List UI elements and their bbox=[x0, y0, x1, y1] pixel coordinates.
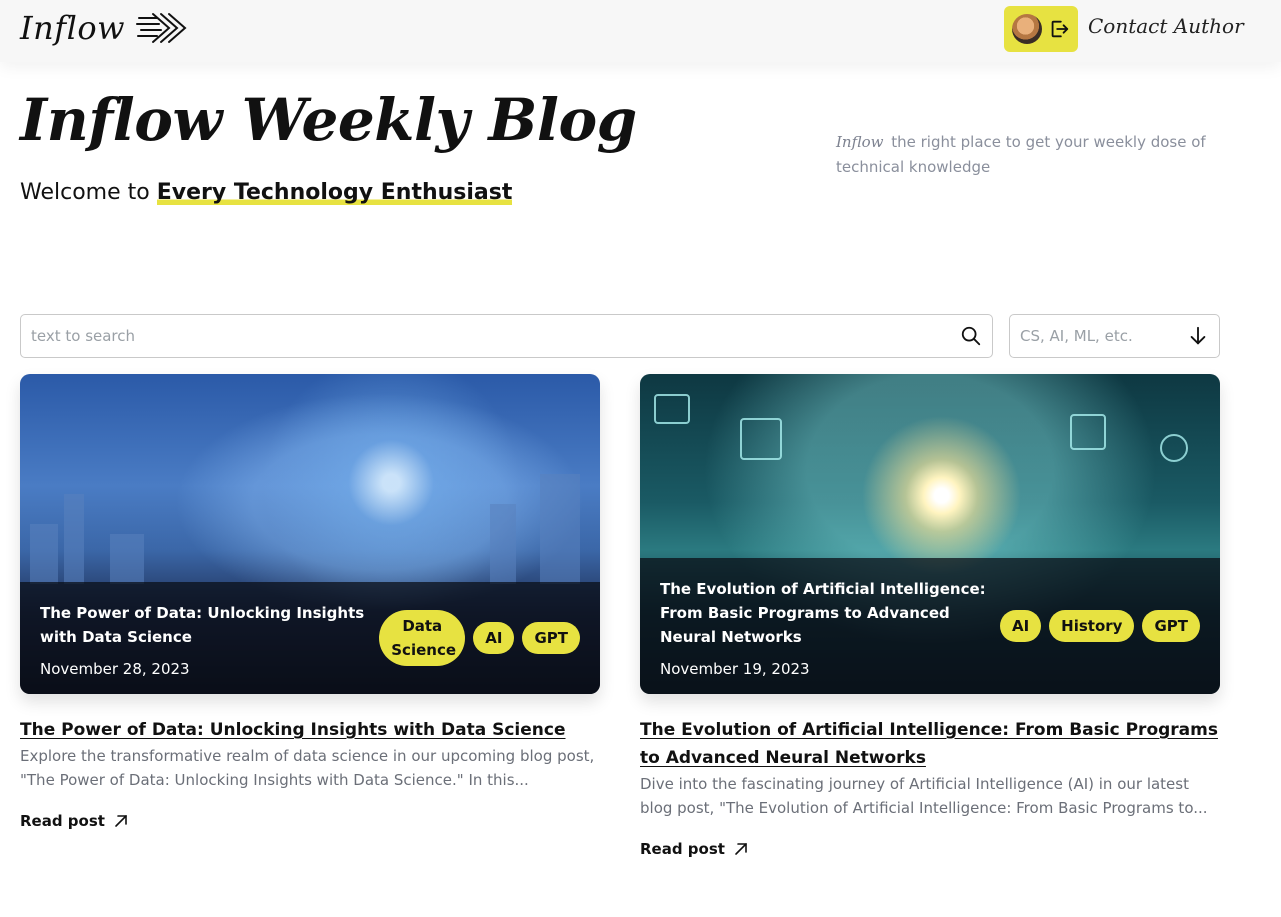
post-date: November 28, 2023 bbox=[40, 660, 190, 678]
tag-badge[interactable]: GPT bbox=[522, 622, 580, 654]
tag-list: Data Science AI GPT bbox=[379, 610, 580, 666]
tagline-text: the right place to get your weekly dose … bbox=[836, 133, 1206, 176]
post-date: November 19, 2023 bbox=[660, 660, 810, 678]
post-overlay: The Evolution of Artificial Intelligence… bbox=[640, 558, 1220, 694]
site-logo[interactable]: Inflow bbox=[20, 8, 187, 48]
post-image[interactable]: The Evolution of Artificial Intelligence… bbox=[640, 374, 1220, 694]
tag-badge[interactable]: History bbox=[1049, 610, 1135, 642]
post-overlay: The Power of Data: Unlocking Insights wi… bbox=[20, 582, 600, 694]
tag-badge[interactable]: Data Science bbox=[379, 610, 466, 666]
tag-badge[interactable]: GPT bbox=[1142, 610, 1200, 642]
read-post-label: Read post bbox=[640, 840, 725, 858]
search-box bbox=[20, 314, 993, 358]
chevron-down-icon bbox=[1190, 326, 1206, 345]
overlay-title: The Evolution of Artificial Intelligence… bbox=[660, 580, 986, 646]
post-card[interactable]: The Evolution of Artificial Intelligence… bbox=[640, 374, 1220, 858]
contact-author-link[interactable]: Contact Author bbox=[1088, 14, 1244, 38]
post-title-link[interactable]: The Power of Data: Unlocking Insights wi… bbox=[20, 716, 600, 744]
account-button[interactable] bbox=[1004, 6, 1078, 52]
overlay-title: The Power of Data: Unlocking Insights wi… bbox=[40, 604, 365, 646]
read-post-label: Read post bbox=[20, 812, 105, 830]
tag-list: AI History GPT bbox=[999, 610, 1200, 642]
category-filter-placeholder: CS, AI, ML, etc. bbox=[1020, 327, 1133, 345]
post-card[interactable]: The Power of Data: Unlocking Insights wi… bbox=[20, 374, 600, 830]
tag-badge[interactable]: AI bbox=[473, 622, 515, 654]
page-title: Inflow Weekly Blog bbox=[20, 86, 637, 154]
arrows-logo-icon bbox=[135, 13, 187, 43]
read-post-link[interactable]: Read post bbox=[640, 840, 1220, 858]
logo-text: Inflow bbox=[20, 9, 125, 47]
welcome-prefix: Welcome to bbox=[20, 180, 157, 205]
post-image[interactable]: The Power of Data: Unlocking Insights wi… bbox=[20, 374, 600, 694]
welcome-line: Welcome to Every Technology Enthusiast bbox=[20, 180, 513, 205]
tag-badge[interactable]: AI bbox=[999, 610, 1042, 642]
search-input[interactable] bbox=[21, 315, 941, 356]
read-post-link[interactable]: Read post bbox=[20, 812, 600, 830]
post-excerpt: Explore the transformative realm of data… bbox=[20, 747, 595, 789]
arrow-up-right-icon bbox=[115, 815, 127, 827]
post-excerpt: Dive into the fascinating journey of Art… bbox=[640, 775, 1208, 817]
tagline-brand: Inflow bbox=[836, 133, 884, 151]
post-title-link[interactable]: The Evolution of Artificial Intelligence… bbox=[640, 716, 1220, 772]
search-icon[interactable] bbox=[960, 325, 982, 347]
category-filter[interactable]: CS, AI, ML, etc. bbox=[1009, 314, 1220, 358]
tagline: Inflow the right place to get your weekl… bbox=[836, 130, 1216, 180]
top-nav: Inflow Contact Author bbox=[0, 0, 1281, 62]
arrow-up-right-icon bbox=[735, 843, 747, 855]
avatar bbox=[1012, 14, 1042, 44]
welcome-highlight: Every Technology Enthusiast bbox=[156, 180, 513, 205]
logout-icon bbox=[1051, 20, 1069, 38]
